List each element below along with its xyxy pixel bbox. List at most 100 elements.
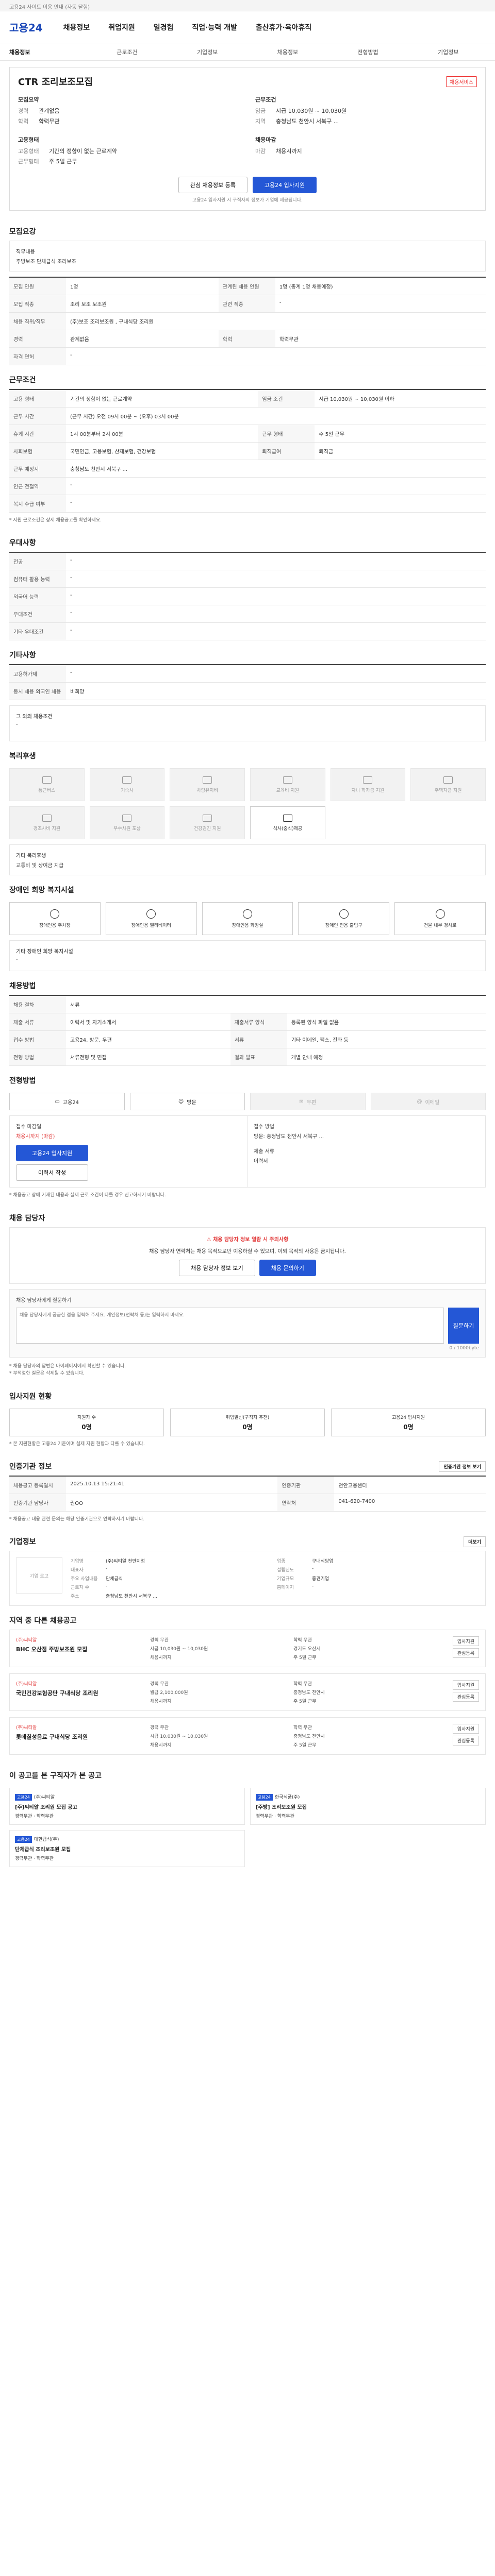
section-title: 지역 중 다른 채용공고 xyxy=(9,1617,77,1625)
anchor-tab[interactable]: 전형방법 xyxy=(331,48,406,56)
disabled-item: 장애인용 화장실 xyxy=(202,902,293,936)
contact-inquiry-button[interactable]: 채용 문의하기 xyxy=(259,1259,316,1276)
related-item[interactable]: 고용24 대한급식(주) 단체급식 조리보조원 모집 경력무관 · 학력무관 xyxy=(9,1830,245,1868)
section-title: 기타사항 xyxy=(9,651,36,660)
list-item[interactable]: (주)씨티알 BHC 오산점 주방보조원 모집 경력 무관 학력 무관 시급 10,… xyxy=(9,1630,486,1668)
anchor-tab[interactable]: 채용정보 xyxy=(250,48,325,56)
gnb-item-training[interactable]: 직업·능력 개발 xyxy=(192,22,237,32)
apply-button[interactable]: 입사지원 xyxy=(452,1636,479,1647)
org-table: 채용공고 등록일시 2025.10.13 15:21:41 인증기관 천안고용센터 인… xyxy=(9,1475,486,1512)
contact-alert: ⚠ 채용 담당자 정보 열람 시 주의사항 xyxy=(206,1236,289,1243)
status-item: 지원자 수 0명 xyxy=(9,1408,164,1436)
apply-button[interactable]: 입사지원 xyxy=(452,1724,479,1734)
apply-button[interactable]: 입사지원 xyxy=(452,1680,479,1690)
company-info: 기업명 (주)씨티알 천안지점 업종 구내식당업 대표자 - 설립년도 - 주요 사업내용 단… xyxy=(71,1559,334,1600)
apply-button[interactable]: 고용24 입사지원 xyxy=(252,177,317,193)
status-badge: 채용서비스 xyxy=(446,76,477,87)
section-title: 장애인 희망 복지시설 xyxy=(9,886,74,895)
person-icon: ☺ xyxy=(178,1098,184,1105)
section-title: 채용방법 xyxy=(9,982,36,991)
apply-note: 고용24 입사지원 시 구직자의 정보가 기업에 제공됩니다. xyxy=(192,198,303,203)
welfare-item: 기숙사 xyxy=(89,768,165,802)
gnb-item-jobs[interactable]: 채용정보 xyxy=(63,22,90,32)
elevator-icon xyxy=(146,909,156,919)
site-logo[interactable]: 고용24 xyxy=(9,20,43,35)
gnb-item-support[interactable]: 취업지원 xyxy=(108,22,135,32)
apply-method-item: ▭ 고용24 xyxy=(9,1093,125,1111)
list-item[interactable]: (주)씨티알 롯데칠성음료 구내식당 조리원 경력 무관 학력 무관 시급 10,0… xyxy=(9,1717,486,1755)
anchor-tab[interactable]: 기업정보 xyxy=(170,48,245,56)
welfare-item: 건강검진 지원 xyxy=(170,806,245,840)
envelope-icon xyxy=(42,814,52,822)
interest-button[interactable]: 관심등록 xyxy=(452,1736,479,1746)
list-item[interactable]: (주)씨티알 국민건강보험공단 구내식당 조리원 경력 무관 학력 무관 월급 2,… xyxy=(9,1673,486,1711)
disabled-grid: 장애인용 주차장 장애인용 엘리베이터 장애인용 화장실 장애인 전용 출입구 … xyxy=(9,902,486,936)
apply-period-box: 접수 마감일 채용시까지 (마감) 고용24 입사지원 이력서 작성 접수 방법… xyxy=(9,1115,486,1188)
book-icon xyxy=(283,776,292,784)
summary-heading: 고용형태 xyxy=(18,137,39,143)
anchor-tab[interactable]: 기업정보 xyxy=(410,48,486,56)
anchor-tab[interactable]: 근로조건 xyxy=(90,48,165,56)
status-item: 고용24 입사지원 0명 xyxy=(331,1408,486,1436)
related-item[interactable]: 고용24 한국식품(주) [주방] 조리보조원 모집 경력무관 · 학력무관 xyxy=(250,1788,486,1825)
org-info-button[interactable]: 인증기관 정보 보기 xyxy=(439,1461,486,1472)
restroom-icon xyxy=(242,909,252,919)
company-more-button[interactable]: 더보기 xyxy=(464,1536,486,1548)
apply-method-item: @ 이메일 xyxy=(370,1093,486,1111)
related-item[interactable]: 고용24 (주)씨티알 [주]씨티알 조리원 모집 공고 경력무관 · 학력무관 xyxy=(9,1788,245,1825)
apply-method-item: ✉ 우편 xyxy=(250,1093,366,1111)
welfare-item: 자녀 학자금 지원 xyxy=(330,768,406,802)
welfare-item: 경조사비 지원 xyxy=(9,806,85,840)
parking-icon xyxy=(50,909,60,919)
duty-box: 직무내용 주방보조 단체급식 조리보조 xyxy=(9,241,486,272)
anchor-tab[interactable]: 채용정보 xyxy=(9,48,85,56)
pref-table: 전공 - 컴퓨터 활용 능력 - 외국어 능력 - 우대조건 - 기타 우대조건 - xyxy=(9,552,486,641)
disabled-item: 장애인용 엘리베이터 xyxy=(105,902,197,936)
work-note: * 지원 근로조건은 상세 채용공고를 확인하세요. xyxy=(9,518,102,523)
interest-button[interactable]: 관심등록 xyxy=(452,1692,479,1702)
method-table: 채용 절차 서류 제출 서류 이력서 및 자기소개서 제출서류 양식 등록된 양식 파일… xyxy=(9,995,486,1066)
extra-disabled-box: 기타 장애인 희망 복지시설 - xyxy=(9,940,486,972)
inquiry-submit-button[interactable]: 질문하기 xyxy=(448,1307,479,1344)
trophy-icon xyxy=(122,814,132,822)
apply-method-grid: ▭ 고용24 ☺ 방문 ✉ 우편 @ 이메일 xyxy=(9,1093,486,1111)
view-contact-button[interactable]: 채용 담당자 정보 보기 xyxy=(179,1259,255,1276)
inquiry-textarea[interactable] xyxy=(16,1307,444,1344)
related-grid: 고용24 (주)씨티알 [주]씨티알 조리원 모집 공고 경력무관 · 학력무관 … xyxy=(9,1788,486,1868)
warning-icon: ⚠ xyxy=(206,1236,213,1243)
welfare-item: 통근버스 xyxy=(9,768,85,802)
bus-icon xyxy=(42,776,52,784)
welfare-item-active: 식사(중식)제공 xyxy=(250,806,325,840)
inquiry-box: 채용 담당자에게 질문하기 질문하기 0 / 1000byte xyxy=(9,1289,486,1358)
resume-button[interactable]: 이력서 작성 xyxy=(16,1164,88,1181)
medical-icon xyxy=(203,814,212,822)
status-grid: 지원자 수 0명 취업알선(구직자 추천) 0명 고용24 입사지원 0명 xyxy=(9,1408,486,1436)
contact-box: ⚠ 채용 담당자 정보 열람 시 주의사항 채용 담당자 연락처는 채용 목적으… xyxy=(9,1227,486,1284)
welfare-item: 주택자금 지원 xyxy=(410,768,486,802)
extra-welfare-box: 기타 복리후생 교통비 및 상여금 지급 xyxy=(9,844,486,876)
global-nav: 고용24 채용정보 취업지원 일경험 직업·능력 개발 출산휴가·육아휴직 xyxy=(0,11,495,43)
interest-button[interactable]: 관심등록 xyxy=(452,1648,479,1658)
org-note: * 채용공고 내용 관련 문의는 해당 인증기관으로 연락하시기 바랍니다. xyxy=(9,1516,145,1522)
disabled-item: 건물 내부 경사로 xyxy=(394,902,486,936)
welfare-item: 우수사원 포상 xyxy=(89,806,165,840)
summary-heading: 채용마감 xyxy=(255,137,276,143)
disabled-item: 장애인용 주차장 xyxy=(9,902,101,936)
gnb-item-leave[interactable]: 출산휴가·육아휴직 xyxy=(256,22,311,32)
work-table: 고용 형태 기간의 정함이 없는 근로계약 임금 조건 시급 10,030원 ~ 10… xyxy=(9,389,486,513)
gnb-item-experience[interactable]: 일경험 xyxy=(154,22,174,32)
summary-heading: 근무조건 xyxy=(255,96,276,103)
entrance-icon xyxy=(339,909,349,919)
interest-button[interactable]: 관심 채용정보 등록 xyxy=(178,177,248,193)
extra-conditions-box: 그 외의 채용조건 - xyxy=(9,705,486,742)
section-title: 채용 담당자 xyxy=(9,1214,45,1223)
welfare-item: 차량유지비 xyxy=(170,768,245,802)
house-icon xyxy=(443,776,453,784)
ramp-icon xyxy=(435,909,445,919)
car-icon xyxy=(203,776,212,784)
apply-notes: * 채용공고 상에 기재된 내용과 실제 근로 조건이 다를 경우 신고하시기 … xyxy=(9,1193,166,1198)
section-title: 근무조건 xyxy=(9,376,36,384)
apply-button[interactable]: 고용24 입사지원 xyxy=(16,1145,88,1162)
job-summary-card: CTR 조리보조모집 채용서비스 모집요약 경력 관계없음 학력 학력무관 근무조건… xyxy=(9,67,486,211)
email-icon: @ xyxy=(417,1098,422,1105)
